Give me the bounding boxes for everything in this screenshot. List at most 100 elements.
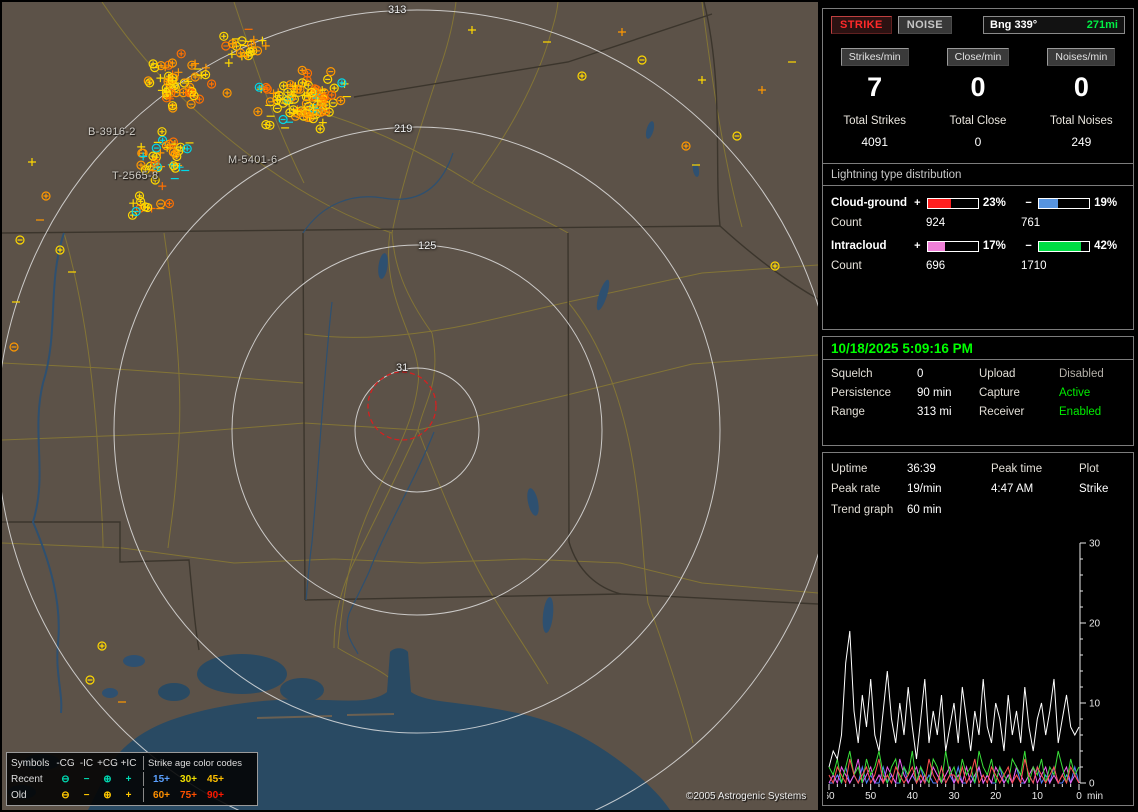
strike-stats-panel: STRIKE NOISE Bng 339° 271mi Strikes/min …: [822, 8, 1134, 330]
legend-symbol-icon: −: [83, 789, 90, 801]
ring-label-313: 313: [388, 4, 407, 16]
legend-symbols-title: Symbols: [11, 757, 50, 769]
legend-header-row: Symbols -CG -IC +CG +IC Strike age color…: [11, 755, 253, 771]
svg-text:60: 60: [827, 791, 835, 802]
total-noises-value: 249: [1071, 135, 1092, 149]
close-per-min-value: 0: [970, 72, 986, 102]
legend-symbol-icon: ⊖: [61, 789, 70, 801]
minus-sign: −: [1025, 240, 1032, 252]
intracloud-label: Intracloud: [831, 240, 887, 252]
svg-text:50: 50: [865, 791, 877, 802]
storm-cell-label: T-2565-8: [112, 170, 159, 182]
lightning-map[interactable]: 313 219 125 31 B-3916-2 T-2565-8 M-5401-…: [2, 2, 818, 810]
persistence-value: 90 min: [917, 387, 952, 399]
svg-text:10: 10: [1032, 791, 1044, 802]
svg-text:20: 20: [990, 791, 1002, 802]
legend-symbol-icon: ⊖: [61, 773, 70, 785]
legend-symbol-icon: −: [83, 773, 90, 785]
plus-sign: +: [914, 240, 921, 252]
storm-cell-label: M-5401-6: [228, 154, 278, 166]
ic-positive-percent: 17%: [982, 240, 1006, 252]
peak-rate-label: Peak rate: [831, 483, 881, 495]
peak-time-value: 4:47 AM: [991, 483, 1034, 495]
cg-negative-bar: [1037, 197, 1091, 209]
minus-sign: −: [1025, 197, 1032, 209]
ring-label-219: 219: [394, 123, 413, 135]
legend-divider: [143, 756, 144, 770]
count-label: Count: [831, 260, 862, 272]
strike-button[interactable]: STRIKE: [831, 16, 892, 34]
noises-per-min-value: 0: [1073, 72, 1089, 102]
ring-label-31: 31: [396, 362, 409, 374]
legend-age-code: 60+: [153, 789, 170, 801]
plot-label: Plot: [1079, 463, 1099, 475]
legend-divider: [143, 788, 144, 802]
capture-label: Capture: [979, 387, 1020, 399]
legend-age-code: 90+: [207, 789, 224, 801]
legend-col-+ic: +IC: [120, 757, 137, 769]
upload-status: Disabled: [1059, 368, 1104, 380]
svg-text:30: 30: [1089, 539, 1101, 550]
legend-symbol-icon: +: [125, 773, 132, 785]
ic-negative-bar: [1037, 240, 1091, 252]
total-close-label: Total Close: [949, 115, 1007, 127]
cloud-ground-label: Cloud-ground: [831, 197, 908, 209]
noise-button[interactable]: NOISE: [897, 16, 952, 34]
svg-text:min: min: [1087, 791, 1103, 802]
cg-positive-percent: 23%: [982, 197, 1006, 209]
peak-time-label: Peak time: [991, 463, 1043, 475]
svg-text:40: 40: [907, 791, 919, 802]
bearing-display: Bng 339° 271mi: [983, 16, 1125, 34]
trend-graph: 30201006050403020100min: [827, 539, 1103, 803]
ic-negative-count: 1710: [1021, 260, 1047, 272]
legend-age-code: 30+: [180, 773, 197, 785]
count-label: Count: [831, 217, 862, 229]
cg-positive-bar: [926, 197, 979, 209]
legend-row-recent: Recent ⊖ − ⊕ +15+ 30+ 45+: [11, 771, 253, 787]
legend-age-title: Strike age color codes: [148, 757, 242, 769]
cloud-ground-row: Cloud-ground + 23% − 19%: [823, 197, 1133, 209]
map-legend: Symbols -CG -IC +CG +IC Strike age color…: [6, 752, 258, 806]
plot-value: Strike: [1079, 483, 1109, 495]
legend-col--cg: -CG: [56, 757, 75, 769]
cg-positive-count: 924: [926, 217, 946, 229]
peak-rate-value: 19/min: [907, 483, 942, 495]
legend-symbol-icon: ⊕: [103, 789, 112, 801]
upload-label: Upload: [979, 368, 1016, 380]
strikes-per-min-plate[interactable]: Strikes/min: [840, 48, 909, 66]
total-strikes-label: Total Strikes: [843, 115, 906, 127]
distribution-title: Lightning type distribution: [823, 164, 1133, 186]
legend-col-+cg: +CG: [97, 757, 118, 769]
legend-symbol-icon: ⊕: [103, 773, 112, 785]
cg-negative-count: 761: [1021, 217, 1041, 229]
uptime-label: Uptime: [831, 463, 868, 475]
svg-text:30: 30: [948, 791, 960, 802]
total-noises-label: Total Noises: [1050, 115, 1113, 127]
svg-text:0: 0: [1089, 779, 1095, 790]
bearing-value: Bng 339°: [990, 19, 1038, 31]
capture-status: Active: [1059, 387, 1091, 399]
datetime-display: 10/18/2025 5:09:16 PM: [823, 337, 1133, 360]
svg-text:10: 10: [1089, 699, 1101, 710]
legend-symbol-icon: +: [125, 789, 132, 801]
total-close-value: 0: [974, 135, 982, 149]
intracloud-row: Intracloud + 17% − 42%: [823, 240, 1133, 252]
close-per-min-plate[interactable]: Close/min: [946, 48, 1010, 66]
range-label: Range: [831, 406, 865, 418]
ring-label-125: 125: [418, 240, 437, 252]
squelch-label: Squelch: [831, 368, 873, 380]
total-strikes-value: 4091: [861, 135, 889, 149]
svg-text:0: 0: [1076, 791, 1082, 802]
intracloud-counts: Count 696 1710: [823, 260, 1133, 272]
receiver-status: Enabled: [1059, 406, 1102, 418]
ic-positive-count: 696: [926, 260, 946, 272]
ic-positive-bar: [926, 240, 979, 252]
copyright-text: ©2005 Astrogenic Systems: [686, 791, 807, 802]
trend-graph-window: 60 min: [907, 504, 942, 516]
legend-age-group-label: Recent: [11, 773, 43, 785]
cloud-ground-counts: Count 924 761: [823, 217, 1133, 229]
legend-col--ic: -IC: [79, 757, 94, 769]
noises-per-min-plate[interactable]: Noises/min: [1047, 48, 1116, 66]
trend-graph-label: Trend graph: [831, 504, 894, 516]
legend-age-code: 45+: [207, 773, 224, 785]
